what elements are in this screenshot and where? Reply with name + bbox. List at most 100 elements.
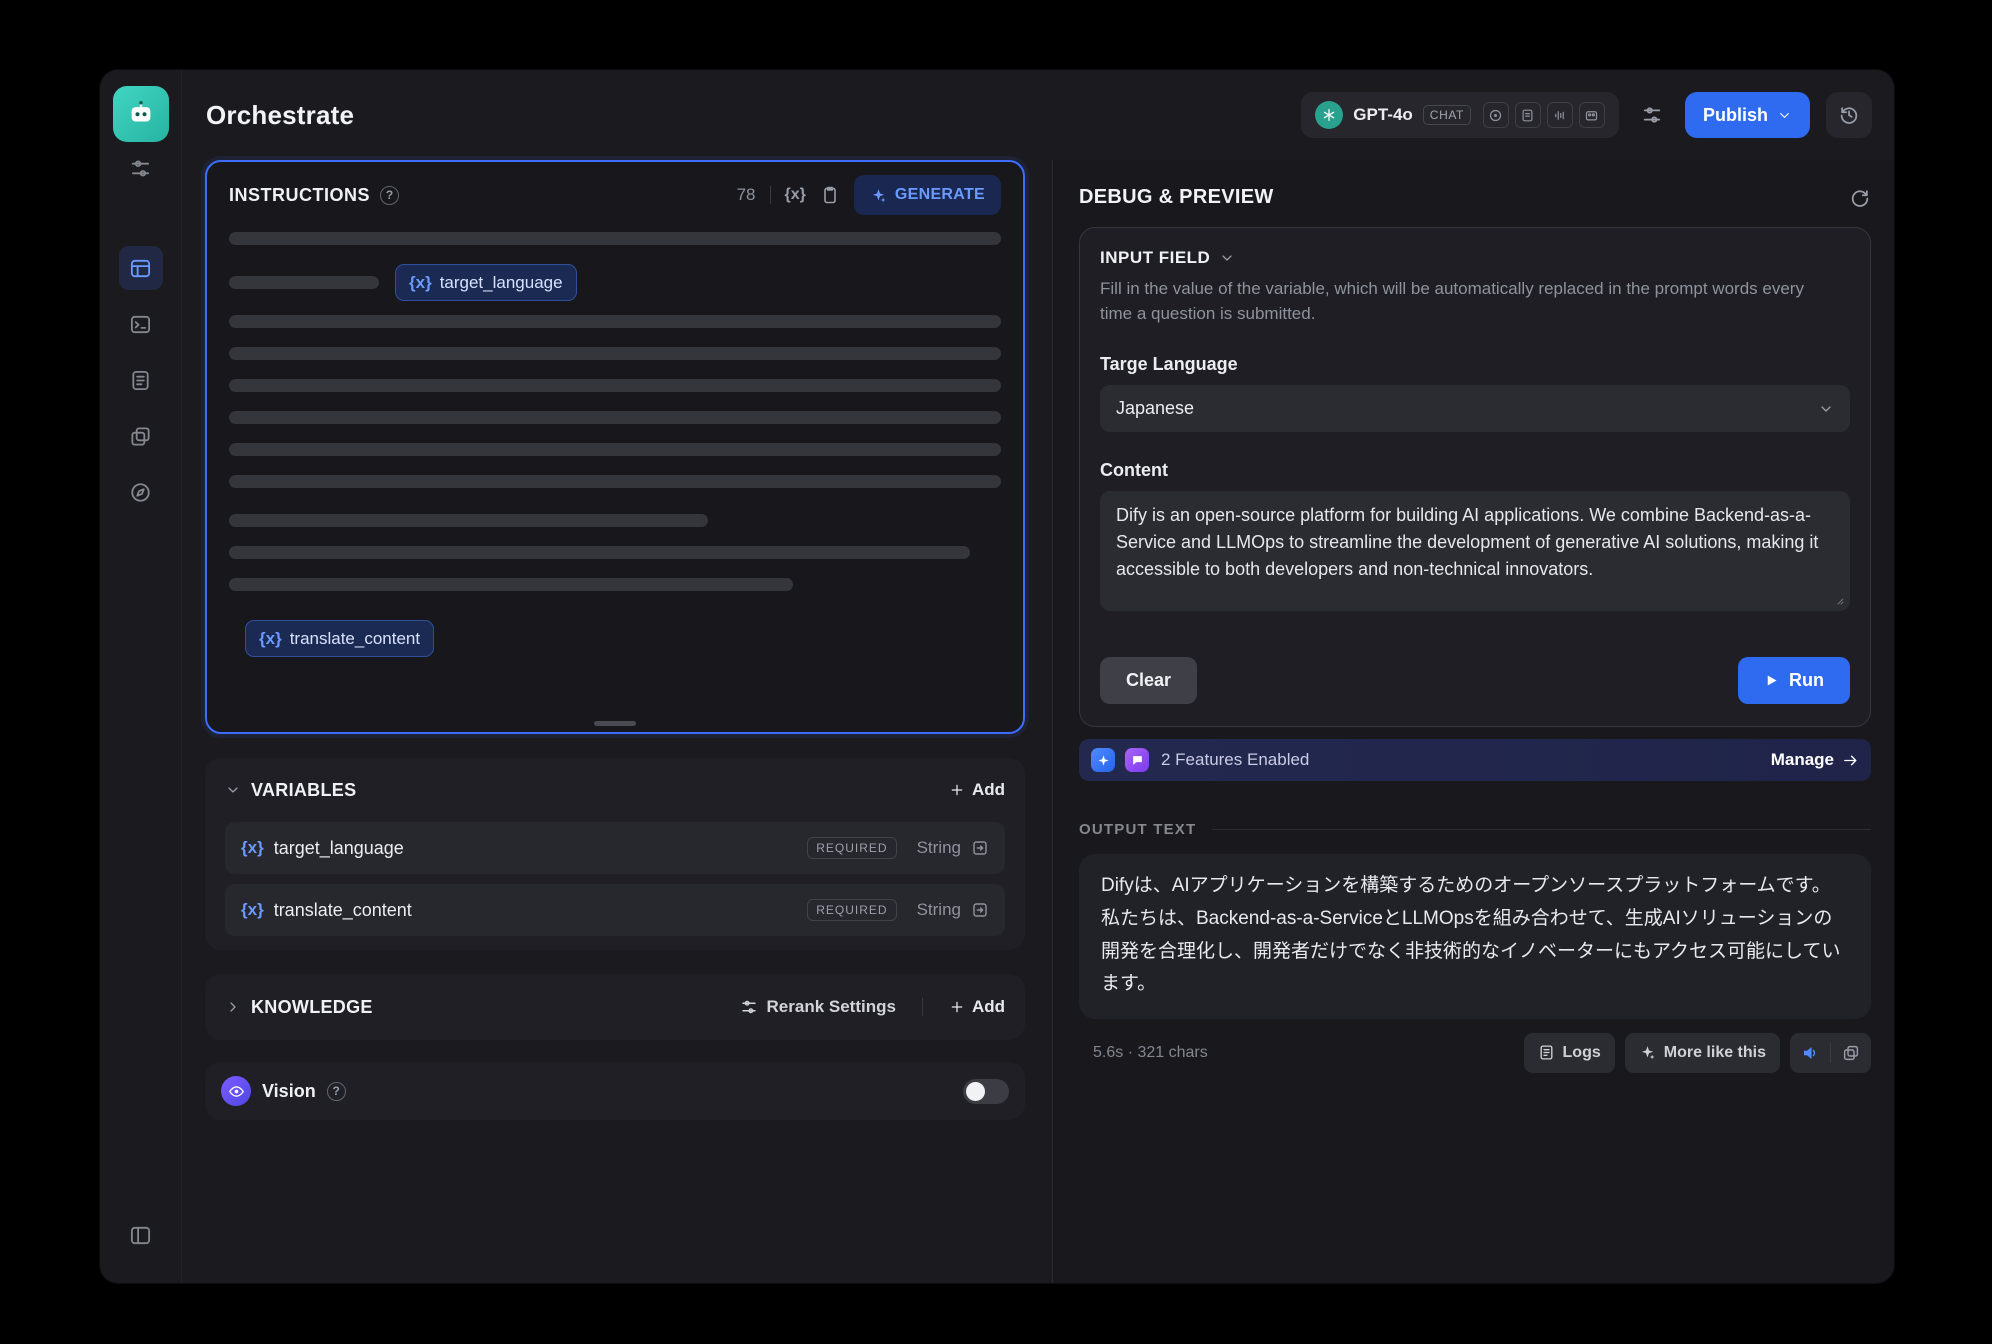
output-text: Difyは、AIアプリケーションを構築するためのオープンソースプラットフォームで… bbox=[1101, 870, 1849, 1001]
skeleton-line bbox=[229, 475, 1001, 488]
copy-prompt-icon[interactable] bbox=[820, 185, 840, 205]
variable-row-translate-content[interactable]: {x} translate_content REQUIRED String bbox=[225, 884, 1005, 936]
sidebar-item-api[interactable] bbox=[119, 302, 163, 346]
char-count: 78 bbox=[737, 185, 756, 205]
orchestrate-pane: INSTRUCTIONS 78 {x} bbox=[182, 160, 1052, 1283]
output-text-label: OUTPUT TEXT bbox=[1079, 821, 1196, 838]
capability-vision-icon bbox=[1579, 102, 1605, 128]
target-language-value: Japanese bbox=[1116, 398, 1194, 419]
page-title: Orchestrate bbox=[206, 100, 354, 131]
variable-name: target_language bbox=[274, 838, 404, 859]
instructions-editor[interactable]: INSTRUCTIONS 78 {x} bbox=[205, 160, 1025, 734]
sidebar-item-logs[interactable] bbox=[119, 358, 163, 402]
variable-row-target-language[interactable]: {x} target_language REQUIRED String bbox=[225, 822, 1005, 874]
sidebar-item-orchestrate[interactable] bbox=[119, 246, 163, 290]
model-selector[interactable]: GPT-4o CHAT bbox=[1301, 92, 1619, 138]
rerank-settings-button[interactable]: Rerank Settings bbox=[740, 997, 896, 1017]
variable-symbol: {x} bbox=[409, 273, 432, 293]
clear-button[interactable]: Clear bbox=[1100, 657, 1197, 704]
publish-label: Publish bbox=[1703, 105, 1768, 126]
model-name: GPT-4o bbox=[1353, 105, 1413, 125]
resize-handle[interactable] bbox=[594, 721, 636, 726]
collapse-sidebar-button[interactable] bbox=[119, 1213, 163, 1257]
publish-button[interactable]: Publish bbox=[1685, 92, 1810, 138]
plus-icon bbox=[949, 999, 965, 1015]
skeleton-line bbox=[229, 379, 1001, 392]
eye-icon bbox=[221, 1076, 251, 1106]
sliders-icon bbox=[129, 157, 152, 180]
sidebar-item-annotations[interactable] bbox=[119, 414, 163, 458]
speaker-button[interactable] bbox=[1790, 1033, 1830, 1073]
sidebar-item-settings[interactable] bbox=[119, 146, 163, 190]
variable-chip-label: translate_content bbox=[290, 629, 420, 649]
required-badge: REQUIRED bbox=[807, 837, 896, 859]
divider bbox=[770, 186, 771, 204]
plus-icon bbox=[949, 782, 965, 798]
more-like-this-label: More like this bbox=[1664, 1044, 1766, 1062]
variable-type: String bbox=[917, 838, 961, 858]
features-bar[interactable]: 2 Features Enabled Manage bbox=[1079, 739, 1871, 781]
variable-chip-target-language[interactable]: {x} target_language bbox=[395, 264, 577, 301]
divider bbox=[922, 998, 923, 1016]
restart-debug-icon[interactable] bbox=[1849, 187, 1871, 209]
model-capabilities bbox=[1483, 102, 1605, 128]
output-meta: 5.6s · 321 chars bbox=[1079, 1044, 1208, 1062]
help-icon[interactable] bbox=[380, 186, 399, 205]
variables-title: VARIABLES bbox=[251, 780, 356, 801]
capability-audio-icon bbox=[1547, 102, 1573, 128]
play-icon bbox=[1764, 673, 1779, 688]
help-icon[interactable] bbox=[327, 1082, 346, 1101]
variable-symbol: {x} bbox=[259, 629, 282, 649]
history-button[interactable] bbox=[1826, 92, 1872, 138]
capability-document-icon bbox=[1515, 102, 1541, 128]
insert-variable-icon[interactable]: {x} bbox=[785, 186, 806, 204]
add-knowledge-button[interactable]: Add bbox=[949, 997, 1005, 1017]
sidebar-item-monitoring[interactable] bbox=[119, 470, 163, 514]
add-variable-button[interactable]: Add bbox=[949, 780, 1005, 800]
resize-corner-icon[interactable] bbox=[1833, 594, 1845, 606]
more-like-this-button[interactable]: More like this bbox=[1625, 1033, 1780, 1073]
variable-type: String bbox=[917, 900, 961, 920]
chevron-down-icon bbox=[225, 782, 241, 798]
copy-output-button[interactable] bbox=[1831, 1033, 1871, 1073]
variable-chip-label: target_language bbox=[440, 273, 563, 293]
sparkle-icon bbox=[1639, 1044, 1656, 1061]
field-type-icon[interactable] bbox=[971, 839, 989, 857]
terminal-icon bbox=[129, 313, 152, 336]
history-icon bbox=[1838, 104, 1860, 126]
knowledge-panel[interactable]: KNOWLEDGE Rerank Settings Add bbox=[205, 974, 1025, 1040]
capability-tools-icon bbox=[1483, 102, 1509, 128]
manage-features-button[interactable]: Manage bbox=[1771, 750, 1859, 770]
debug-preview-pane: DEBUG & PREVIEW INPUT FIELD Fill in the … bbox=[1052, 160, 1894, 1283]
variable-name: translate_content bbox=[274, 900, 412, 921]
logs-button[interactable]: Logs bbox=[1524, 1033, 1615, 1073]
input-field-title: INPUT FIELD bbox=[1100, 248, 1210, 268]
manage-label: Manage bbox=[1771, 750, 1834, 770]
field-type-icon[interactable] bbox=[971, 901, 989, 919]
logs-label: Logs bbox=[1563, 1044, 1601, 1062]
instructions-title: INSTRUCTIONS bbox=[229, 185, 370, 206]
add-label: Add bbox=[972, 780, 1005, 800]
generate-button[interactable]: GENERATE bbox=[854, 175, 1001, 215]
app-logo[interactable] bbox=[113, 86, 169, 142]
logs-icon bbox=[1538, 1044, 1555, 1061]
document-list-icon bbox=[129, 369, 152, 392]
skeleton-line bbox=[229, 411, 1001, 424]
run-button[interactable]: Run bbox=[1738, 657, 1850, 704]
sidebar-nav bbox=[119, 246, 163, 514]
variable-chip-translate-content[interactable]: {x} translate_content bbox=[245, 620, 434, 657]
input-field-header[interactable]: INPUT FIELD bbox=[1100, 248, 1850, 268]
sparkle-feature-icon bbox=[1091, 748, 1115, 772]
variable-symbol: {x} bbox=[241, 900, 264, 920]
variables-header[interactable]: VARIABLES Add bbox=[225, 768, 1005, 812]
copy-note-icon bbox=[129, 425, 152, 448]
output-icon-group bbox=[1790, 1033, 1871, 1073]
content-input[interactable]: Dify is an open-source platform for buil… bbox=[1100, 491, 1850, 611]
sparkle-icon bbox=[870, 187, 887, 204]
panel-left-icon bbox=[129, 1224, 152, 1247]
target-language-select[interactable]: Japanese bbox=[1100, 385, 1850, 432]
vision-toggle[interactable] bbox=[963, 1079, 1009, 1104]
skeleton-line bbox=[229, 276, 379, 289]
add-label: Add bbox=[972, 997, 1005, 1017]
parameters-icon[interactable] bbox=[1635, 98, 1669, 132]
